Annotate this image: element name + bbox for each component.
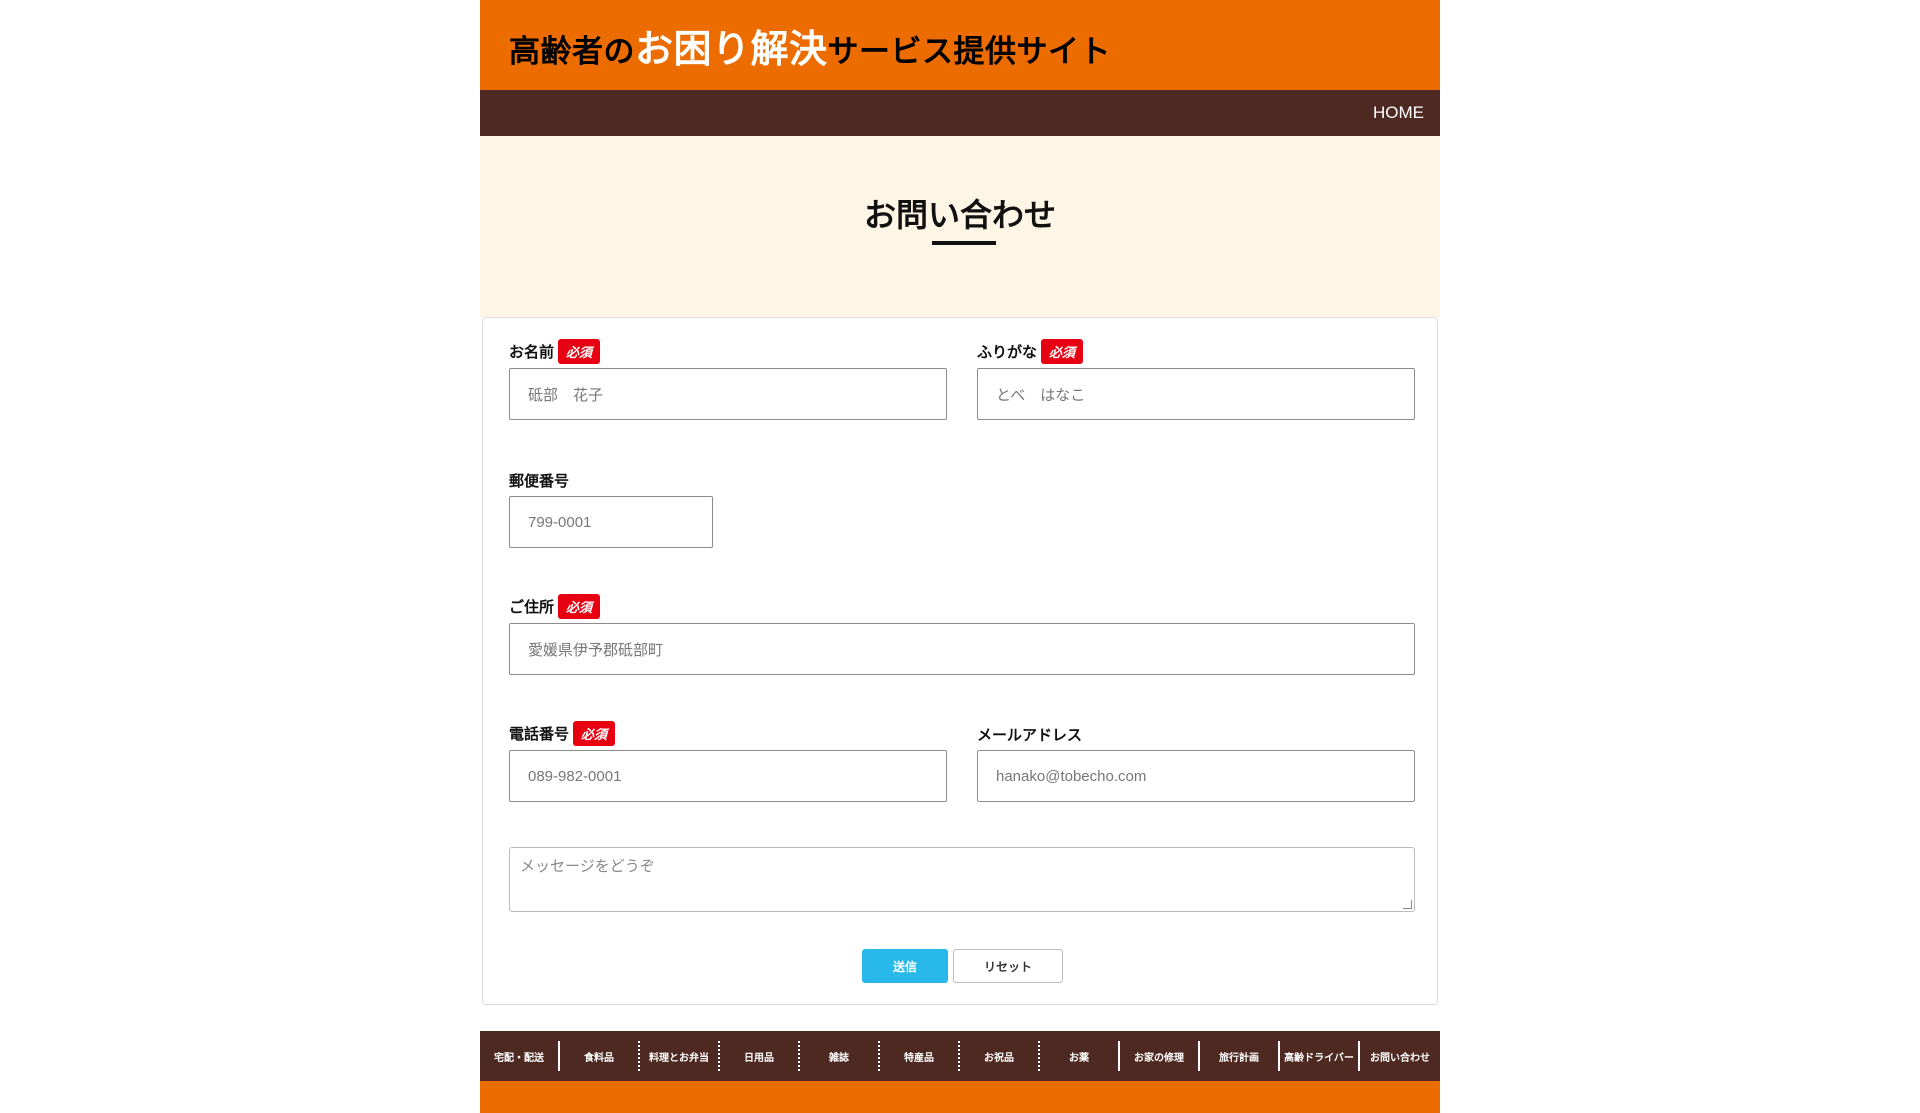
furigana-label: ふりがな 必須 (977, 339, 1084, 364)
address-label-text: ご住所 (509, 598, 555, 616)
footer-item-magazines[interactable]: 雑誌 (800, 1041, 880, 1071)
phone-label: 電話番号 必須 (509, 721, 616, 746)
footer-item-delivery[interactable]: 宅配・配送 (480, 1041, 560, 1071)
address-input[interactable]: 愛媛県伊予郡砥部町 (509, 623, 1415, 675)
site-title-emphasis: お困り解決 (635, 26, 828, 71)
email-label-text: メールアドレス (977, 726, 1083, 744)
message-placeholder: メッセージをどうぞ (520, 857, 655, 875)
email-label: メールアドレス (977, 724, 1082, 745)
phone-label-text: 電話番号 (509, 725, 570, 743)
address-label: ご住所 必須 (509, 594, 601, 619)
required-badge: 必須 (558, 594, 601, 619)
resize-grip-icon[interactable] (1403, 900, 1412, 909)
contact-form: お名前 必須 砥部 花子 ふりがな 必須 とべ はなこ 郵便番号 799-000… (482, 317, 1438, 1005)
footer-item-travel[interactable]: 旅行計画 (1200, 1041, 1280, 1071)
page-hero: お問い合わせ (480, 136, 1440, 317)
phone-input[interactable]: 089-982-0001 (509, 750, 947, 802)
email-input[interactable]: hanako@tobecho.com (977, 750, 1415, 802)
site-header: 高齢者のお困り解決サービス提供サイト (480, 0, 1440, 90)
postal-input[interactable]: 799-0001 (509, 496, 713, 548)
required-badge: 必須 (1041, 339, 1084, 364)
reset-button[interactable]: リセット (953, 949, 1063, 983)
name-label: お名前 必須 (509, 339, 601, 364)
footer-item-gifts[interactable]: お祝品 (960, 1041, 1040, 1071)
send-button[interactable]: 送信 (862, 949, 948, 983)
footer-nav: 宅配・配送 食料品 料理とお弁当 日用品 雑誌 特産品 お祝品 お薬 お家の修理… (480, 1031, 1440, 1081)
furigana-input[interactable]: とべ はなこ (977, 368, 1415, 420)
postal-label-text: 郵便番号 (509, 472, 570, 490)
footer-item-specialties[interactable]: 特産品 (880, 1041, 960, 1071)
postal-label: 郵便番号 (509, 470, 569, 491)
site-title-suffix: サービス提供サイト (827, 33, 1112, 70)
top-nav: HOME (480, 90, 1440, 136)
page-title: お問い合わせ (863, 196, 1056, 234)
footer-item-contact[interactable]: お問い合わせ (1360, 1041, 1440, 1071)
footer-item-elderly-driver[interactable]: 高齢ドライバー (1280, 1041, 1360, 1071)
footer-item-medicine[interactable]: お薬 (1040, 1041, 1120, 1071)
nav-home-link[interactable]: HOME (1373, 103, 1424, 123)
required-badge: 必須 (558, 339, 601, 364)
furigana-label-text: ふりがな (977, 343, 1038, 361)
site-title-prefix: 高齢者の (509, 33, 635, 70)
required-badge: 必須 (573, 721, 616, 746)
message-textarea[interactable]: メッセージをどうぞ (509, 847, 1415, 912)
name-input[interactable]: 砥部 花子 (509, 368, 947, 420)
name-label-text: お名前 (509, 343, 555, 361)
footer-item-meals[interactable]: 料理とお弁当 (640, 1041, 720, 1071)
footer-item-groceries[interactable]: 食料品 (560, 1041, 640, 1071)
title-underline (932, 241, 996, 245)
site-title[interactable]: 高齢者のお困り解決サービス提供サイト (509, 18, 1111, 73)
footer-item-home-repair[interactable]: お家の修理 (1120, 1041, 1200, 1071)
footer-bar (480, 1081, 1440, 1113)
footer-item-daily-goods[interactable]: 日用品 (720, 1041, 800, 1071)
page: 高齢者のお困り解決サービス提供サイト HOME お問い合わせ お名前 必須 砥部… (480, 0, 1440, 1113)
